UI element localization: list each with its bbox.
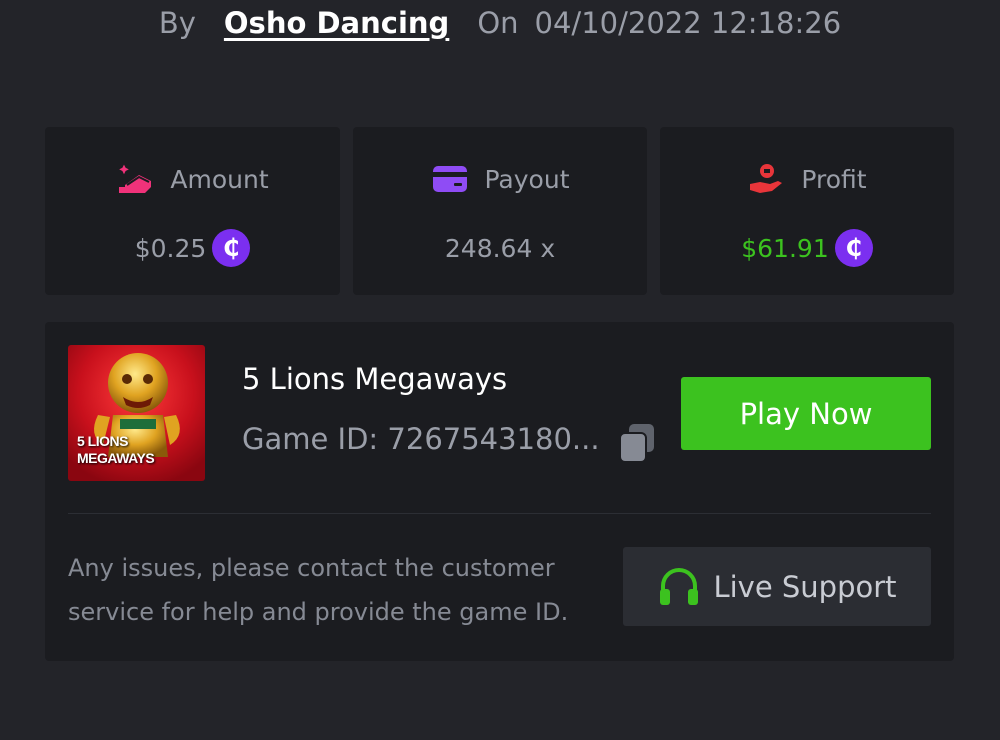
headset-icon	[657, 566, 701, 608]
divider	[68, 513, 931, 514]
currency-symbol: ₵	[845, 234, 863, 262]
by-label: By	[158, 6, 196, 40]
amount-label: Amount	[170, 164, 269, 194]
game-title: 5 Lions Megaways	[242, 362, 508, 396]
thumbnail-caption: 5 LIONS MEGAWAYS	[77, 433, 155, 467]
copy-icon[interactable]	[618, 422, 658, 464]
amount-header: Amount	[45, 161, 340, 197]
game-id: Game ID: 7267543180...	[242, 422, 600, 456]
thumbnail-line: MEGAWAYS	[77, 450, 155, 466]
bet-byline: By Osho Dancing On 04/10/2022 12:18:26	[0, 0, 1000, 46]
payout-card: Payout 248.64 x	[353, 127, 647, 295]
hand-money-icon	[747, 161, 787, 197]
amount-value: $0.25	[134, 233, 207, 263]
game-panel: 5 LIONS MEGAWAYS 5 Lions Megaways Game I…	[45, 322, 954, 661]
live-support-label: Live Support	[713, 569, 897, 604]
game-thumbnail[interactable]: 5 LIONS MEGAWAYS	[68, 345, 205, 481]
currency-coin-icon: ₵	[212, 229, 251, 267]
help-text: Any issues, please contact the customer …	[68, 554, 569, 626]
payout-label: Payout	[484, 164, 570, 194]
profit-card: Profit $61.91 ₵	[660, 127, 954, 295]
credit-card-icon	[430, 161, 470, 197]
bet-datetime: 04/10/2022 12:18:26	[534, 6, 842, 40]
payout-header: Payout	[353, 161, 647, 197]
author-link[interactable]: Osho Dancing	[224, 6, 449, 40]
play-now-button[interactable]: Play Now	[681, 377, 931, 450]
live-support-button[interactable]: Live Support	[623, 547, 931, 626]
thumbnail-line: 5 LIONS	[77, 433, 128, 449]
payout-value-row: 248.64 x	[353, 228, 647, 268]
currency-coin-icon: ₵	[834, 229, 873, 267]
profit-value: $61.91	[741, 233, 829, 263]
on-label: On	[477, 6, 519, 40]
coins-stack-icon	[116, 161, 156, 197]
payout-value: 248.64 x	[444, 233, 556, 263]
currency-symbol: ₵	[222, 234, 240, 262]
profit-value-row: $61.91 ₵	[660, 228, 954, 268]
amount-value-row: $0.25 ₵	[45, 228, 340, 268]
profit-label: Profit	[801, 164, 867, 194]
profit-header: Profit	[660, 161, 954, 197]
amount-card: Amount $0.25 ₵	[45, 127, 340, 295]
